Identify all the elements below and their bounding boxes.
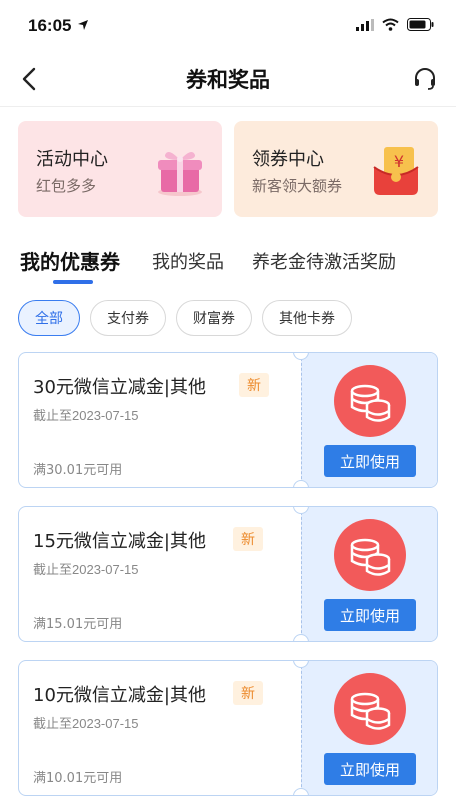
wifi-icon — [382, 18, 399, 31]
coupon-title: 10元微信立减金|其他 — [33, 685, 206, 706]
use-now-button[interactable]: 立即使用 — [324, 445, 416, 477]
nav-divider — [0, 106, 456, 107]
tab-my-coupons[interactable]: 我的优惠券 — [20, 246, 120, 275]
coupon-tabs: 我的优惠券 我的奖品 养老金待激活奖励 — [0, 246, 456, 286]
signal-icon — [356, 18, 374, 31]
activity-center-subtitle: 红包多多 — [36, 177, 97, 195]
coupon-expiry: 截止至2023-07-15 — [33, 716, 139, 731]
svg-text:¥: ¥ — [394, 152, 404, 171]
coupon-minimum: 满30.01元可用 — [33, 463, 123, 478]
coupon-title: 15元微信立减金|其他 — [33, 531, 206, 552]
new-badge: 新 — [239, 373, 269, 397]
coupon-center-card[interactable]: 领券中心 新客领大额券 ¥ — [234, 121, 438, 217]
filter-all[interactable]: 全部 — [18, 300, 80, 336]
headset-icon — [415, 68, 435, 90]
active-tab-indicator — [53, 280, 93, 284]
coupon-center-title: 领券中心 — [252, 149, 324, 170]
coupon-action-panel: 立即使用 — [301, 353, 437, 487]
battery-icon — [407, 18, 434, 31]
coin-stack-icon — [334, 519, 406, 591]
coupon-minimum: 满15.01元可用 — [33, 617, 123, 632]
filter-wealth[interactable]: 财富券 — [176, 300, 252, 336]
page-title: 券和奖品 — [186, 68, 270, 92]
coupon-action-panel: 立即使用 — [301, 661, 437, 795]
coupon-minimum: 满10.01元可用 — [33, 771, 123, 786]
nav-bar: 券和奖品 — [0, 52, 456, 106]
filter-payment[interactable]: 支付券 — [90, 300, 166, 336]
coupon-center-subtitle: 新客领大额券 — [252, 177, 343, 195]
use-now-button[interactable]: 立即使用 — [324, 753, 416, 785]
customer-service-button[interactable] — [410, 64, 440, 94]
filter-other-cards[interactable]: 其他卡券 — [262, 300, 352, 336]
coin-stack-icon — [334, 365, 406, 437]
status-bar: 16:05 — [0, 0, 456, 50]
coin-stack-icon — [334, 673, 406, 745]
use-now-button[interactable]: 立即使用 — [324, 599, 416, 631]
coupon-card[interactable]: 15元微信立减金|其他 新 截止至2023-07-15 满15.01元可用 立即… — [18, 506, 438, 642]
status-indicators — [356, 18, 434, 31]
coupon-action-panel: 立即使用 — [301, 507, 437, 641]
location-arrow-icon — [78, 20, 88, 30]
coupon-expiry: 截止至2023-07-15 — [33, 562, 139, 577]
activity-center-card[interactable]: 活动中心 红包多多 — [18, 121, 222, 217]
coupon-expiry: 截止至2023-07-15 — [33, 408, 139, 423]
coupon-card[interactable]: 10元微信立减金|其他 新 截止至2023-07-15 满10.01元可用 立即… — [18, 660, 438, 796]
red-envelope-icon: ¥ — [373, 147, 419, 195]
tab-my-prizes[interactable]: 我的奖品 — [152, 248, 224, 274]
new-badge: 新 — [233, 681, 263, 705]
new-badge: 新 — [233, 527, 263, 551]
coupon-title: 30元微信立减金|其他 — [33, 377, 206, 398]
tab-pension-rewards[interactable]: 养老金待激活奖励 — [252, 248, 396, 274]
status-time: 16:05 — [28, 16, 72, 35]
coupon-card[interactable]: 30元微信立减金|其他 新 截止至2023-07-15 满30.01元可用 立即… — [18, 352, 438, 488]
activity-center-title: 活动中心 — [36, 149, 108, 170]
gift-box-icon — [158, 151, 202, 196]
